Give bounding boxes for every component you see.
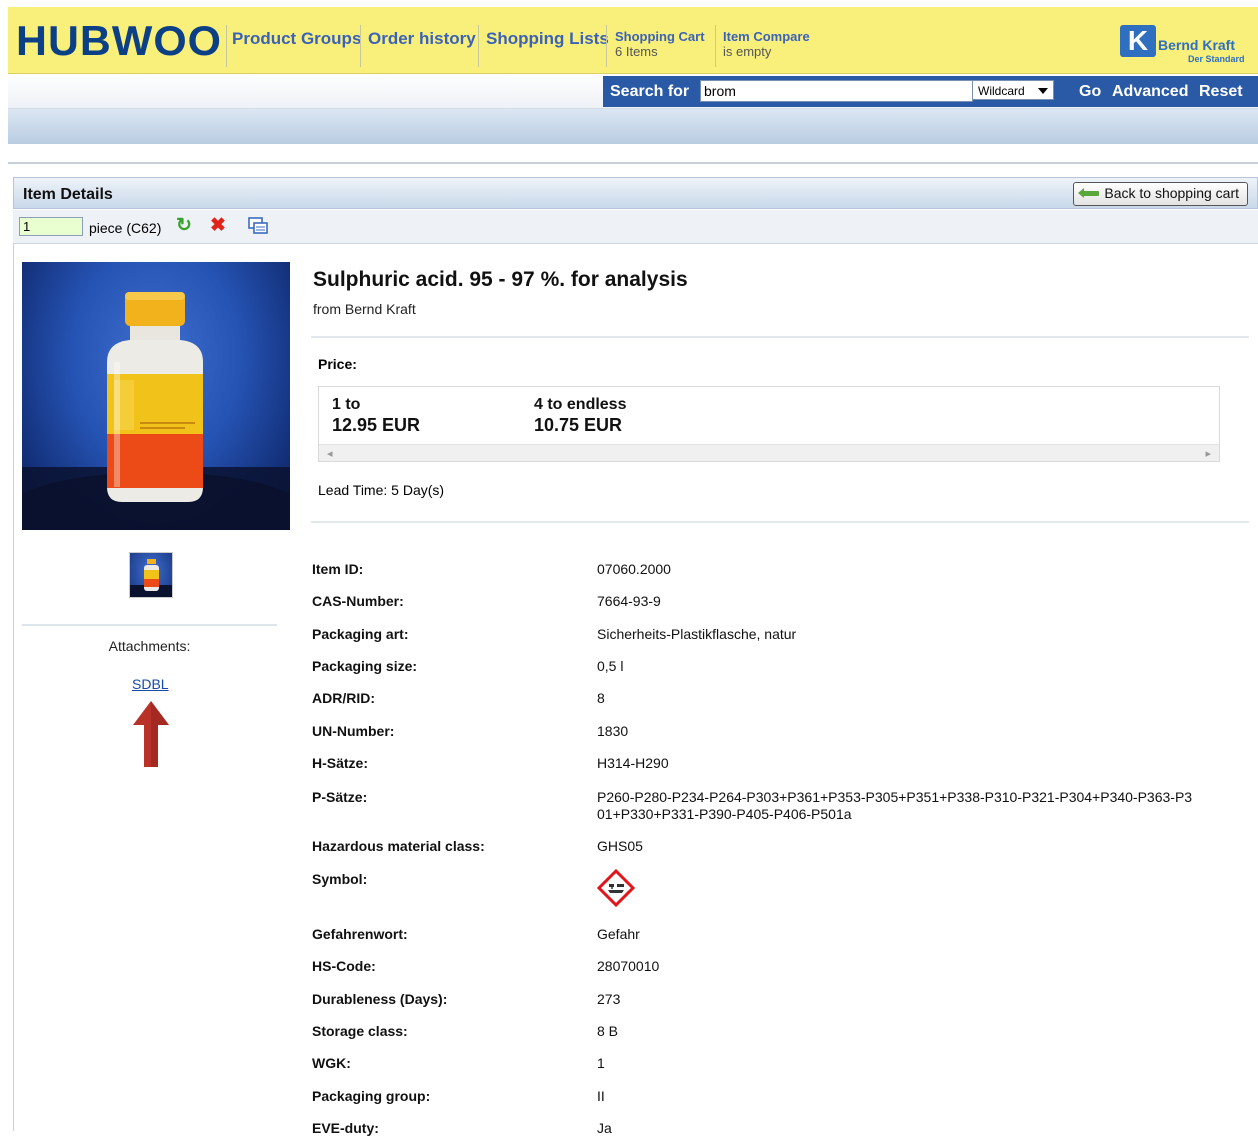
shopping-cart-count: 6 Items bbox=[615, 44, 658, 59]
attribute-name: Packaging art: bbox=[312, 626, 409, 642]
reset-button[interactable]: Reset bbox=[1199, 83, 1243, 101]
nav-shopping-cart[interactable]: Shopping Cart 6 Items bbox=[615, 29, 705, 59]
attachments-label: Attachments: bbox=[108, 638, 191, 654]
price-label: Price: bbox=[318, 356, 357, 372]
arrow-left-icon bbox=[1078, 188, 1100, 198]
nav-separator bbox=[478, 25, 479, 67]
attribute-name: Symbol: bbox=[312, 871, 368, 887]
product-vendor: from Bernd Kraft bbox=[313, 301, 416, 317]
item-compare-label: Item Compare bbox=[723, 29, 810, 44]
brand-mark: K bbox=[1120, 25, 1156, 57]
attribute-value: 1 bbox=[597, 1055, 605, 1071]
price-tier-range: 1 to bbox=[332, 396, 361, 413]
quantity-input[interactable] bbox=[19, 217, 83, 236]
advanced-button[interactable]: Advanced bbox=[1112, 83, 1188, 101]
attribute-value: 0,5 l bbox=[597, 658, 624, 674]
attribute-value: 7664-93-9 bbox=[597, 593, 661, 609]
chevron-down-icon bbox=[1038, 88, 1048, 94]
nav-shopping-lists[interactable]: Shopping Lists bbox=[486, 29, 609, 49]
nav-separator bbox=[606, 25, 607, 67]
ghs-corrosive-icon bbox=[597, 869, 635, 907]
brand-name: Bernd Kraft bbox=[1158, 37, 1236, 53]
product-image[interactable] bbox=[22, 262, 290, 530]
attribute-name: P-Sätze: bbox=[312, 789, 368, 805]
divider bbox=[22, 624, 277, 626]
attribute-name: Hazardous material class: bbox=[312, 838, 485, 854]
search-input[interactable] bbox=[700, 80, 973, 102]
attribute-value: II bbox=[597, 1088, 605, 1104]
nav-separator bbox=[226, 25, 227, 67]
nav-product-groups[interactable]: Product Groups bbox=[232, 29, 361, 49]
attribute-name: H-Sätze: bbox=[312, 755, 369, 771]
item-details-header: Item Details Back to shopping cart bbox=[13, 177, 1258, 209]
attribute-name: Item ID: bbox=[312, 561, 364, 577]
price-scrollbar[interactable]: ◂ ▸ bbox=[319, 444, 1219, 461]
scroll-right-icon[interactable]: ▸ bbox=[1205, 447, 1211, 460]
sdbl-attachment-link[interactable]: SDBL bbox=[132, 676, 169, 692]
shopping-cart-label: Shopping Cart bbox=[615, 29, 705, 44]
hubwoo-logo[interactable]: HUBWOO bbox=[16, 20, 222, 62]
product-title: Sulphuric acid. 95 - 97 %. for analysis bbox=[313, 268, 688, 291]
attribute-name: CAS-Number: bbox=[312, 593, 404, 609]
attribute-value: 273 bbox=[597, 991, 621, 1007]
attribute-name: Storage class: bbox=[312, 1023, 408, 1039]
nav-item-compare[interactable]: Item Compare is empty bbox=[723, 29, 810, 59]
go-button[interactable]: Go bbox=[1079, 83, 1101, 101]
attribute-value: GHS05 bbox=[597, 838, 643, 854]
attribute-value: 07060.2000 bbox=[597, 561, 671, 577]
price-table: 1 to 12.95 EUR 4 to endless 10.75 EUR ◂ … bbox=[318, 386, 1220, 462]
attribute-value: 8 bbox=[597, 690, 605, 706]
toolbar-band bbox=[8, 109, 1258, 144]
bernd-kraft-logo: K Bernd Kraft Der Standard bbox=[1120, 25, 1248, 65]
search-bar: Search for Wildcard Go Advanced Reset bbox=[603, 76, 1258, 107]
scroll-left-icon[interactable]: ◂ bbox=[327, 447, 333, 460]
price-tier-price: 12.95 EUR bbox=[332, 415, 421, 435]
attribute-value: Sicherheits-Plastikflasche, natur bbox=[597, 626, 797, 642]
back-to-cart-button[interactable]: Back to shopping cart bbox=[1073, 182, 1248, 206]
nav-separator bbox=[360, 25, 361, 67]
divider bbox=[311, 336, 1249, 338]
top-header: HUBWOO Product Groups Order history Shop… bbox=[8, 7, 1258, 74]
search-mode-select[interactable]: Wildcard bbox=[972, 80, 1054, 100]
panel-title: Item Details bbox=[23, 186, 113, 203]
price-tier-range: 4 to endless bbox=[534, 396, 627, 413]
back-to-cart-label: Back to shopping cart bbox=[1104, 185, 1239, 201]
attribute-name: HS-Code: bbox=[312, 958, 376, 974]
attribute-value: 28070010 bbox=[597, 958, 660, 974]
nav-order-history[interactable]: Order history bbox=[368, 29, 476, 49]
lead-time: Lead Time: 5 Day(s) bbox=[318, 482, 445, 498]
divider bbox=[311, 521, 1249, 523]
divider bbox=[8, 162, 1258, 164]
attribute-name: Gefahrenwort: bbox=[312, 926, 408, 942]
attribute-name: ADR/RID: bbox=[312, 690, 375, 706]
attribute-value: H314-H290 bbox=[597, 755, 669, 771]
attribute-value: 1830 bbox=[597, 723, 629, 739]
brand-tagline: Der Standard bbox=[1188, 54, 1245, 64]
attribute-value: 8 B bbox=[597, 1023, 619, 1039]
search-row: Search for Wildcard Go Advanced Reset bbox=[8, 74, 1258, 109]
attribute-value: Gefahr bbox=[597, 926, 640, 942]
attribute-name: Durableness (Days): bbox=[312, 991, 448, 1007]
attribute-name: UN-Number: bbox=[312, 723, 395, 739]
nav-separator bbox=[715, 25, 716, 67]
attribute-name: Packaging size: bbox=[312, 658, 418, 674]
attribute-value: Ja bbox=[597, 1120, 612, 1136]
product-thumbnail[interactable] bbox=[129, 552, 173, 598]
refresh-icon[interactable]: ↻ bbox=[173, 215, 195, 237]
search-mode-value: Wildcard bbox=[978, 84, 1025, 98]
attribute-name: WGK: bbox=[312, 1055, 351, 1071]
quantity-toolbar: piece (C62) ↻ ✖ bbox=[13, 210, 1258, 244]
item-compare-status: is empty bbox=[723, 44, 772, 59]
attribute-value: P260-P280-P234-P264-P303+P361+P353-P305+… bbox=[597, 789, 1193, 822]
delete-icon[interactable]: ✖ bbox=[207, 215, 229, 237]
attribute-name: Packaging group: bbox=[312, 1088, 431, 1104]
attribute-name: EVE-duty: bbox=[312, 1120, 379, 1136]
quantity-unit: piece (C62) bbox=[89, 220, 162, 236]
search-label: Search for bbox=[610, 83, 690, 100]
price-tier-price: 10.75 EUR bbox=[534, 415, 623, 435]
arrow-up-icon bbox=[133, 701, 169, 767]
left-border bbox=[13, 243, 14, 1131]
copy-icon[interactable] bbox=[247, 215, 269, 237]
